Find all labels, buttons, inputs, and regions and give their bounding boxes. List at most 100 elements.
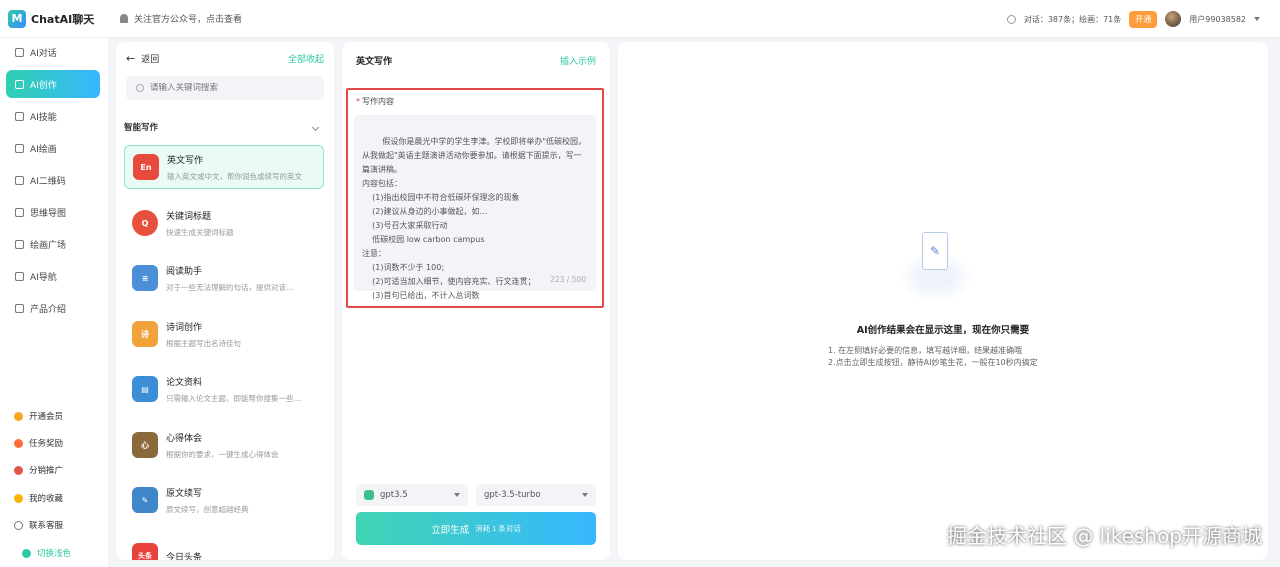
char-counter: 223 / 500 (550, 275, 586, 284)
model-select-value: gpt3.5 (380, 490, 408, 500)
insert-example-button[interactable]: 插入示例 (560, 54, 596, 67)
template-card-keyword-title[interactable]: Q 关键词标题 快速生成关键词标题 (124, 201, 324, 245)
gallery-icon (15, 239, 24, 249)
section-title: 智能写作 (124, 123, 159, 133)
back-label: 返回 (141, 55, 160, 65)
theme-toggle-label: 切换浅色 (37, 549, 72, 559)
distribution-label: 分销推广 (29, 466, 64, 476)
form-panel: 英文写作 插入示例 * 写作内容 假设你是晨光中学的学生李津。学校即将举办"低碳校… (342, 42, 610, 560)
collapse-all-button[interactable]: 全部收起 (288, 52, 324, 65)
star-icon (14, 493, 23, 503)
card-desc: 根据主题写出名诗佳句 (166, 338, 241, 348)
writing-content-field: * 写作内容 假设你是晨光中学的学生李津。学校即将举办"低碳校园，从我做起"英语主… (346, 88, 604, 308)
toutiao-icon: 头条 (132, 543, 158, 560)
model-select[interactable]: gpt3.5 (356, 484, 468, 506)
english-writing-icon: En (133, 154, 159, 180)
card-desc: 根据你的要求，一键生成心得体会 (166, 449, 279, 459)
model-icon (364, 490, 374, 500)
nav-item-ai-create[interactable]: AI创作 (6, 70, 100, 98)
favorites-link[interactable]: 我的收藏 (14, 492, 63, 504)
pen-icon (15, 79, 24, 89)
search-input[interactable] (150, 83, 310, 93)
card-title: 关键词标题 (166, 211, 212, 222)
gift-icon (14, 438, 23, 448)
search-box[interactable] (126, 76, 324, 100)
section-header[interactable]: 智能写作 (124, 121, 322, 133)
card-title: 心得体会 (166, 433, 203, 444)
share-icon (14, 465, 23, 475)
nav-item-ai-skills[interactable]: AI技能 (6, 102, 100, 130)
search-icon (136, 84, 144, 92)
usage-icon (1006, 14, 1016, 24)
customer-service-link[interactable]: 联系客服 (14, 519, 63, 531)
card-desc: 只需输入论文主题，即能帮你搜集一些… (166, 393, 301, 403)
notepad-icon: 心 (132, 432, 158, 458)
card-title: 论文资料 (166, 377, 203, 388)
pen-paper-icon: ✎ (132, 487, 158, 513)
task-reward-label: 任务奖励 (29, 439, 64, 449)
card-title: 今日头条 (166, 552, 203, 561)
card-title: 原文续写 (166, 488, 203, 499)
notice-bar[interactable]: 关注官方公众号，点击查看 (120, 12, 242, 25)
nav-item-ai-chat[interactable]: AI对话 (6, 38, 100, 66)
result-panel: ✎ AI创作结果会在显示这里，现在你只需要 1. 在左侧填好必要的信息，填写越详… (618, 42, 1268, 560)
nav-item-label: AI技能 (30, 112, 57, 123)
vip-button[interactable]: 开通 (1129, 10, 1158, 28)
nav-item-gallery[interactable]: 绘画广场 (6, 230, 100, 258)
doc-icon (15, 303, 24, 313)
template-card-continue-writing[interactable]: ✎ 原文续写 原文续写，创意超越经典 (124, 478, 324, 522)
chat-icon (15, 47, 24, 57)
nav-item-label: 绘画广场 (30, 240, 67, 251)
card-desc: 对于一些无法理解的句话，提供对该… (166, 282, 294, 292)
notice-text: 关注官方公众号，点击查看 (134, 15, 243, 25)
writing-content-textarea[interactable]: 假设你是晨光中学的学生李津。学校即将举办"低碳校园，从我做起"英语主题演讲活动你… (354, 115, 596, 300)
avatar[interactable] (1165, 11, 1182, 27)
binders-icon: ▤ (132, 376, 158, 402)
keyword-title-icon: Q (132, 210, 158, 236)
template-card-toutiao[interactable]: 头条 今日头条 (124, 534, 324, 560)
template-card-experience[interactable]: 心 心得体会 根据你的要求，一键生成心得体会 (124, 423, 324, 467)
arrow-left-icon: ← (126, 52, 136, 65)
template-card-english-writing[interactable]: En 英文写作 输入英文或中文，帮你润色或续写的英文 (124, 145, 324, 189)
card-title: 英文写作 (167, 155, 204, 166)
model-version-value: gpt-3.5-turbo (484, 490, 541, 500)
top-bar: M ChatAI聊天 关注官方公众号，点击查看 对话：387条；绘画：71条 开… (0, 0, 1280, 38)
sun-icon (22, 548, 31, 558)
crown-icon (14, 411, 23, 421)
nav-item-label: AI创作 (30, 80, 57, 91)
field-label: * 写作内容 (356, 97, 394, 106)
chevron-down-icon (311, 123, 320, 131)
template-card-paper[interactable]: ▤ 论文资料 只需输入论文主题，即能帮你搜集一些… (124, 367, 324, 411)
generate-button[interactable]: 立即生成 消耗 1 条对话 (356, 512, 596, 545)
template-card-reading-assistant[interactable]: ≡ 阅读助手 对于一些无法理解的句话，提供对该… (124, 256, 324, 300)
chevron-down-icon (582, 493, 588, 497)
favorites-label: 我的收藏 (29, 494, 64, 504)
template-card-poetry[interactable]: 诗 诗词创作 根据主题写出名诗佳句 (124, 312, 324, 356)
nav-item-label: 产品介绍 (30, 304, 67, 315)
nav-item-ai-drawing[interactable]: AI绘画 (6, 134, 100, 162)
tip-2: 2.点击立即生成按钮，静待AI妙笔生花，一般在10秒内搞定 (828, 358, 1038, 367)
brand[interactable]: M ChatAI聊天 (0, 9, 108, 28)
distribution-link[interactable]: 分销推广 (14, 464, 63, 476)
nav-item-label: AI绘画 (30, 144, 57, 155)
model-version-select[interactable]: gpt-3.5-turbo (476, 484, 596, 506)
theme-toggle[interactable]: 切换浅色 (22, 547, 71, 559)
nav-item-label: AI导航 (30, 272, 57, 283)
card-desc: 快速生成关键词标题 (166, 227, 234, 237)
task-reward-link[interactable]: 任务奖励 (14, 437, 63, 449)
watermark: 掘金技术社区 @ likeshop开源商城 (946, 524, 1262, 548)
nav-item-mindmap[interactable]: 思维导图 (6, 198, 100, 226)
back-button[interactable]: ← 返回 (126, 52, 159, 65)
open-vip-link[interactable]: 开通会员 (14, 410, 63, 422)
username[interactable]: 用户99038582 (1189, 14, 1246, 25)
empty-state-title: AI创作结果会在显示这里，现在你只需要 (856, 325, 1030, 336)
nav-item-ai-nav[interactable]: AI导航 (6, 262, 100, 290)
chevron-down-icon (454, 493, 460, 497)
form-title: 英文写作 (356, 57, 393, 67)
nav-item-product[interactable]: 产品介绍 (6, 294, 100, 322)
top-right-area: 对话：387条；绘画：71条 开通 用户99038582 (1006, 0, 1260, 38)
chevron-down-icon[interactable] (1254, 17, 1260, 21)
empty-state-tips: 1. 在左侧填好必要的信息，填写越详细，结果越准确哦 2.点击立即生成按钮，静待… (828, 345, 1038, 369)
nav-item-ai-qrcode[interactable]: AI二维码 (6, 166, 100, 194)
card-title: 阅读助手 (166, 266, 203, 277)
